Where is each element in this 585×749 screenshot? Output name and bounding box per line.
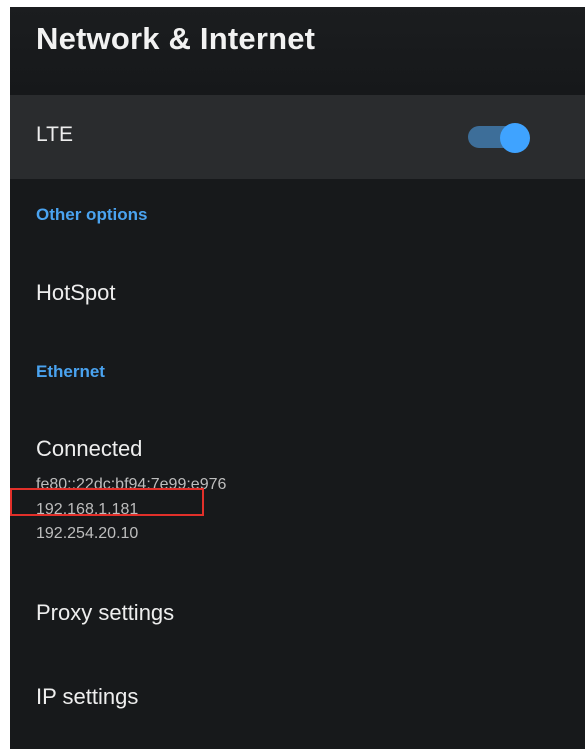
section-header-ethernet: Ethernet xyxy=(36,362,105,381)
lte-toggle[interactable] xyxy=(468,123,530,153)
page-title: Network & Internet xyxy=(36,21,316,56)
ethernet-connected-item[interactable]: Connected xyxy=(36,436,142,462)
hotspot-item[interactable]: HotSpot xyxy=(36,280,116,306)
toggle-knob xyxy=(500,123,530,153)
ip-settings-item[interactable]: IP settings xyxy=(36,684,138,710)
settings-screen: Network & Internet LTE Other options Hot… xyxy=(10,7,585,749)
highlight-box xyxy=(10,488,204,516)
proxy-settings-item[interactable]: Proxy settings xyxy=(36,600,174,626)
title-bar: Network & Internet xyxy=(10,7,585,95)
lte-label: LTE xyxy=(36,123,73,146)
section-header-other-options: Other options xyxy=(36,205,148,224)
secondary-ipv4-address: 192.254.20.10 xyxy=(36,525,139,542)
lte-row[interactable]: LTE xyxy=(10,95,585,179)
